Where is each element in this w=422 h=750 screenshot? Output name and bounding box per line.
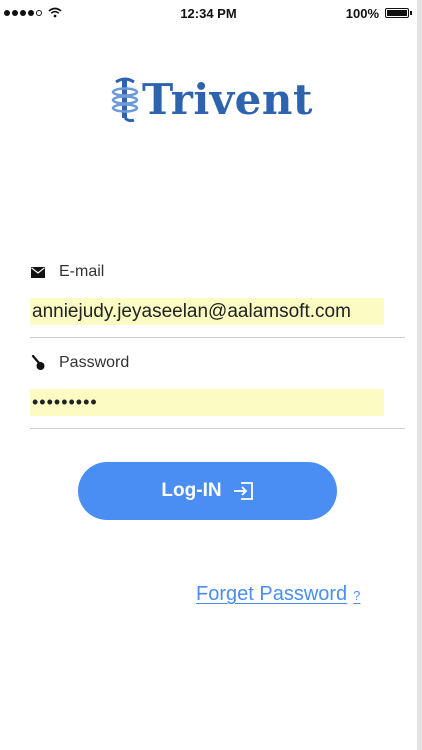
- password-input[interactable]: [30, 389, 384, 416]
- battery-icon: [385, 8, 412, 18]
- email-input[interactable]: [30, 298, 384, 325]
- login-button[interactable]: Log-IN: [78, 462, 337, 520]
- envelope-icon: [31, 265, 45, 279]
- password-label-text: Password: [59, 354, 130, 371]
- forgot-password-link[interactable]: Forget Password?: [196, 583, 360, 606]
- forgot-password-question: ?: [353, 588, 361, 603]
- forgot-password-text: Forget Password: [196, 583, 348, 605]
- email-label-text: E-mail: [59, 263, 105, 280]
- trivent-emblem-icon: [111, 77, 139, 123]
- trivent-logo: Trivent: [108, 76, 313, 124]
- key-icon: [31, 355, 45, 370]
- battery-percent: 100%: [345, 6, 379, 21]
- password-label: Password: [31, 354, 129, 372]
- status-bar: 12:34 PM 100%: [0, 0, 417, 28]
- login-arrow-icon: [232, 482, 254, 500]
- logo-text: Trivent: [142, 75, 313, 124]
- email-divider: [30, 337, 405, 338]
- screen-edge: [417, 0, 422, 750]
- password-divider: [30, 428, 405, 429]
- login-button-label: Log-IN: [161, 480, 222, 501]
- email-label: E-mail: [31, 263, 104, 281]
